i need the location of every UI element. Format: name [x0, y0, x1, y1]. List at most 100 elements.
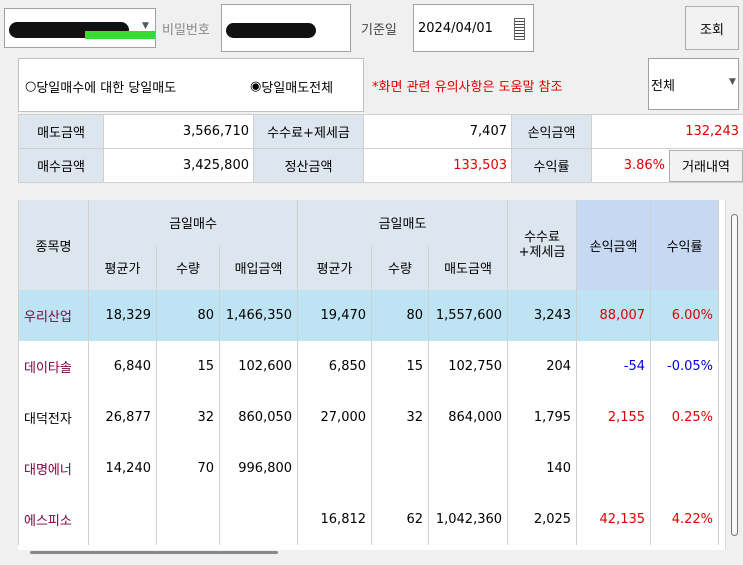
buy-qty: 15	[156, 341, 220, 392]
query-button[interactable]: 조회	[685, 6, 739, 50]
radio-all-sell-label: 당일매도전체	[261, 80, 334, 96]
sell-amt: 102,750	[428, 341, 509, 392]
radio-same-day-label: 당일매수에 대한 당일매도	[36, 80, 177, 96]
redacted-password-mark	[226, 23, 316, 38]
buy-amount-label: 매수금액	[18, 148, 104, 183]
stock-name: 데이타솔	[18, 341, 89, 392]
dropdown-arrow-icon[interactable]: ▼	[142, 21, 149, 31]
stock-name: 에스피소	[18, 494, 89, 545]
pnl: 88,007	[576, 290, 652, 341]
pnl: -54	[576, 341, 652, 392]
sell-amt: 864,000	[428, 392, 509, 443]
col-fee-tax[interactable]: 수수료 +제세금	[507, 200, 578, 290]
password-input[interactable]	[221, 4, 351, 52]
trade-history-button[interactable]: 거래내역	[669, 149, 743, 182]
radio-unchecked-icon: ○	[25, 78, 37, 94]
sell-amt	[428, 443, 509, 494]
settlement-value: 133,503	[363, 148, 512, 183]
sell-qty: 15	[371, 341, 430, 392]
return-rate: 0.25%	[650, 392, 720, 443]
green-highlight-mark	[85, 31, 155, 39]
pnl: 42,135	[576, 494, 652, 545]
buy-qty: 70	[156, 443, 220, 494]
pnl: 2,155	[576, 392, 652, 443]
sell-avg	[297, 443, 373, 494]
table-row[interactable]: 대덕전자 26,877 32 860,050 27,000 32 864,000…	[18, 392, 720, 443]
summary-table: 매도금액 3,566,710 수수료+제세금 7,407 손익금액 132,24…	[18, 114, 743, 183]
pnl	[576, 443, 652, 494]
sell-avg: 27,000	[297, 392, 373, 443]
sell-amount-value: 3,566,710	[103, 114, 254, 149]
date-value: 2024/04/01	[418, 20, 493, 36]
return-rate: 6.00%	[650, 290, 720, 341]
col-sell-avg[interactable]: 평균가	[297, 245, 373, 290]
buy-qty: 32	[156, 392, 220, 443]
buy-avg: 6,840	[88, 341, 157, 392]
vertical-scroll-thumb[interactable]	[731, 214, 738, 536]
trade-grid: 종목명 금일매수 금일매도 수수료 +제세금 손익금액 수익률 평균가 수량 매…	[18, 200, 725, 550]
sell-qty: 80	[371, 290, 430, 341]
col-sell-amt[interactable]: 매도금액	[428, 245, 509, 290]
buy-amt: 860,050	[218, 392, 299, 443]
sell-qty	[371, 443, 430, 494]
buy-amount-value: 3,425,800	[103, 148, 254, 183]
table-row[interactable]: 에스피소 16,812 62 1,042,360 2,025 42,135 4.…	[18, 494, 720, 545]
fee-tax: 2,025	[507, 494, 578, 545]
radio-same-day-buy-sell[interactable]: ○ 당일매수에 대한 당일매도	[25, 75, 176, 97]
col-pnl[interactable]: 손익금액	[576, 200, 652, 290]
sell-qty: 62	[371, 494, 430, 545]
filter-dropdown-arrow-icon[interactable]: ▼	[729, 77, 736, 87]
return-cell: 3.86% 거래내역	[591, 148, 743, 183]
date-label: 기준일	[361, 22, 397, 38]
buy-avg: 14,240	[88, 443, 157, 494]
vertical-scrollbar[interactable]	[725, 200, 743, 550]
sell-avg: 19,470	[297, 290, 373, 341]
col-fee-line1: 수수료	[524, 230, 560, 245]
password-label: 비밀번호	[162, 22, 210, 38]
horizontal-scroll-thumb[interactable]	[30, 551, 278, 554]
sell-avg: 16,812	[297, 494, 373, 545]
sell-amount-label: 매도금액	[18, 114, 104, 149]
col-group-sell: 금일매도	[297, 200, 509, 245]
buy-amt: 102,600	[218, 341, 299, 392]
buy-amt: 996,800	[218, 443, 299, 494]
buy-amt: 1,466,350	[218, 290, 299, 341]
col-buy-qty[interactable]: 수량	[156, 245, 220, 290]
horizontal-scrollbar[interactable]	[18, 550, 725, 565]
radio-group: ○ 당일매수에 대한 당일매도 ◉ 당일매도전체	[18, 58, 364, 112]
fee-tax: 140	[507, 443, 578, 494]
col-sell-qty[interactable]: 수량	[371, 245, 430, 290]
col-return-rate[interactable]: 수익률	[650, 200, 720, 290]
col-fee-line2: +제세금	[518, 245, 566, 260]
buy-avg	[88, 494, 157, 545]
calendar-spin-icon[interactable]	[514, 18, 525, 40]
stock-name: 대명에너	[18, 443, 89, 494]
buy-amt	[218, 494, 299, 545]
pnl-value: 132,243	[591, 114, 743, 149]
col-buy-amt[interactable]: 매입금액	[218, 245, 299, 290]
filter-select[interactable]: 전체 ▼	[648, 58, 739, 110]
return-label: 수익률	[511, 148, 592, 183]
fee-tax: 1,795	[507, 392, 578, 443]
fee-tax-value: 7,407	[363, 114, 512, 149]
col-stock-name[interactable]: 종목명	[18, 200, 89, 290]
fee-tax-label: 수수료+제세금	[253, 114, 364, 149]
table-row[interactable]: 대명에너 14,240 70 996,800 140	[18, 443, 720, 494]
date-input[interactable]: 2024/04/01	[413, 4, 534, 52]
radio-checked-icon: ◉	[250, 78, 262, 94]
col-buy-avg[interactable]: 평균가	[88, 245, 157, 290]
radio-all-same-day-sell[interactable]: ◉ 당일매도전체	[250, 75, 333, 97]
fee-tax: 3,243	[507, 290, 578, 341]
help-notice: *화면 관련 유의사항은 도움말 참조	[372, 79, 563, 95]
table-row[interactable]: 우리산업 18,329 80 1,466,350 19,470 80 1,557…	[18, 290, 720, 341]
return-rate: 4.22%	[650, 494, 720, 545]
pnl-label: 손익금액	[511, 114, 592, 149]
buy-qty: 80	[156, 290, 220, 341]
stock-name: 우리산업	[18, 290, 89, 341]
filter-value: 전체	[651, 78, 675, 94]
account-combo[interactable]: ▼	[4, 8, 156, 48]
return-rate	[650, 443, 720, 494]
sell-avg: 6,850	[297, 341, 373, 392]
buy-avg: 18,329	[88, 290, 157, 341]
table-row[interactable]: 데이타솔 6,840 15 102,600 6,850 15 102,750 2…	[18, 341, 720, 392]
